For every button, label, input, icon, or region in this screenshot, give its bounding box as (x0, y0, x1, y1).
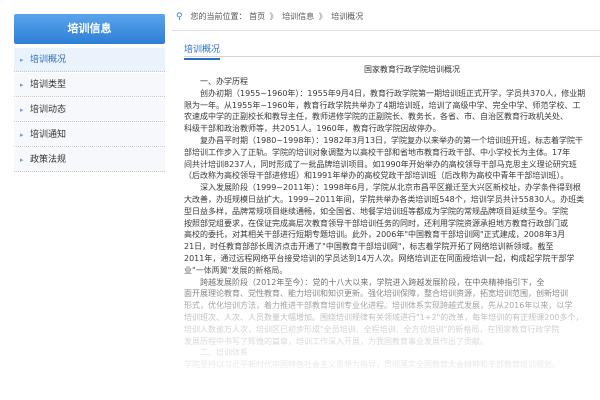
article-text-line: 高校的委托，对其相关干部进行短期专题培训。此外，2006年"中国教育干部培训网"… (184, 230, 566, 240)
breadcrumb-home[interactable]: 首页 (249, 12, 265, 21)
bullet-arrow-icon: ▸ (20, 81, 24, 89)
breadcrumb-divider (172, 30, 600, 31)
article-body: 一、办学历程创办初期（1955~1960年）：1955年9月4日，教育行政学院第… (184, 76, 600, 371)
sidebar-item[interactable]: ▸ 培训动态 (14, 98, 165, 122)
article-text-line: （后改称为高校领导干部进修班）和1991年举办的高校党政干部培训班（后改称为高校… (184, 171, 569, 181)
article-text-line: 学院坚持以习近平新时代中国特色社会主义思想为指导，贯彻落实全国教育大会精神和干部… (184, 360, 560, 370)
article-text-line: 创办初期（1955~1960年）：1955年9月4日，教育行政学院第一期培训班正… (200, 88, 586, 98)
article-text-line: 培训人数逾万人次，培训区已初步形成"全员培训、全程培训、全方位培训"的新格局，在… (184, 324, 560, 334)
sidebar-item-label: 培训动态 (30, 105, 67, 115)
breadcrumb-separator: 》 (269, 12, 278, 21)
article-title: 国家教育行政学院培训概况 (364, 65, 460, 74)
sidebar-item-label: 培训通知 (30, 130, 67, 140)
bullet-arrow-icon: ▸ (20, 106, 24, 114)
section-tab: 培训概况 (184, 42, 221, 60)
location-pin-icon: ⚲ (176, 12, 183, 22)
article-text-line: 科级干部和政治教师等，共2051人。1960年，教育行政学院因故停办。 (184, 124, 441, 134)
breadcrumb-prefix: 您的当前位置： (190, 12, 247, 21)
article-subheading: 一、办学历程 (200, 77, 248, 86)
article-text-line: 限为一年。从1955年~1960年，教育行政学院共举办了4期培训班，培训了高级中… (184, 100, 581, 110)
article-text-line: 深入发展阶段（1999~2011年）：1998年6月，学院从北京市昌平区搬迁至大… (200, 183, 581, 193)
bullet-arrow-icon: ▸ (20, 156, 24, 164)
sidebar-item[interactable]: ▸ 培训概况 (14, 48, 165, 72)
article-text-line: 业"一体两翼"发展的新格局。 (184, 265, 288, 275)
article-text-line: 农速成中学的正副校长和教导主任，教师进修学院的正副院长、教务长，各省、市、自治区… (184, 112, 568, 122)
breadcrumb: ⚲ 您的当前位置： 首页 》 培训信息 》 培训概况 (176, 8, 363, 26)
article-text-line: 培训班次、人次、人员数量大幅增加。围绕培训规律有关领域进行"1+2"的改革，每年… (184, 312, 584, 322)
article-text-line: 21日，时任教育部部长周济点击开通了"中国教育干部培训网"，标志着学院开拓了网络… (184, 242, 554, 252)
main-content: ⚲ 您的当前位置： 首页 》 培训信息 》 培训概况 培训概况 国家教育行政学院… (172, 0, 600, 400)
article-text-line: 复办昌平时期（1980~1998年）：1982年3月13日，学院复办以来举办的第… (200, 135, 584, 145)
sidebar-item[interactable]: ▸ 政策法规 (14, 148, 165, 172)
sidebar-item[interactable]: ▸ 培训通知 (14, 123, 165, 147)
sidebar-item[interactable]: ▸ 培训类型 (14, 73, 165, 97)
sidebar-item-label: 培训类型 (30, 80, 67, 90)
breadcrumb-separator: 》 (318, 12, 327, 21)
article-text-line: 按照部党组要求，在保证完成高层次教育领导干部培训任务的同时，还利用学院资源承担地… (184, 218, 568, 228)
article-text-line: 跨越发展阶段（2012年至今）：党的十八大以来，学院进入跨越发展阶段，在中央精神… (200, 277, 545, 287)
sidebar-nav: ▸ 培训概况 ▸ 培训类型 ▸ 培训动态 ▸ 培训通知 ▸ 政策法规 (14, 48, 165, 173)
bullet-arrow-icon: ▸ (20, 56, 24, 64)
sidebar-header: 培训信息 (14, 14, 165, 44)
breadcrumb-training-info[interactable]: 培训信息 (282, 12, 314, 21)
article-text-line: 2011年，通过远程网络平台接受培训的学员达到14万人次。网络培训正在同面授培训… (184, 253, 575, 263)
article-text-line: 发展历程中书写了辉煌的篇章，培训工作深入开展，为我国教育事业发展作出了贡献。 (184, 336, 488, 346)
sidebar: 培训信息 ▸ 培训概况 ▸ 培训类型 ▸ 培训动态 ▸ 培训通知 ▸ 政策法规 (0, 0, 172, 400)
article-subheading: 二、培训体系 (200, 348, 248, 358)
article-text-line: 形式，优化培训方法，着力推进干部教育培训专业化进程。培训体系实现跨越式发展，先从… (184, 301, 573, 311)
sidebar-item-label: 政策法规 (30, 155, 67, 165)
bullet-arrow-icon: ▸ (20, 131, 24, 139)
article-text-line: 间共计培训8237人，同时形成了一批品牌培训项目。如1990年开始举办的高校领导… (184, 159, 577, 169)
article-text-line: 型日益多样，品牌常规项目继续通畅，如全国省、地餐学培训班等都成为学院的常规品牌项… (184, 206, 568, 216)
article: 国家教育行政学院培训概况 一、办学历程创办初期（1955~1960年）：1955… (184, 64, 600, 400)
breadcrumb-current: 培训概况 (331, 12, 364, 21)
sidebar-item-label: 培训概况 (30, 55, 67, 65)
article-text-line: 部培训工作步入了正轨。学院的培训对象调整为以高校干部和省地市教育行政干部、中小学… (184, 147, 571, 157)
section-divider (184, 56, 600, 57)
article-text-line: 面开展理论教育、党性教育、能力培训和知识更新。强化培训保障，整合培训资源，拓宽培… (184, 289, 568, 299)
article-text-line: 大改善，办班规模日益扩大。1999~2011年间，学院共举办各类培训班548个，… (184, 194, 585, 204)
